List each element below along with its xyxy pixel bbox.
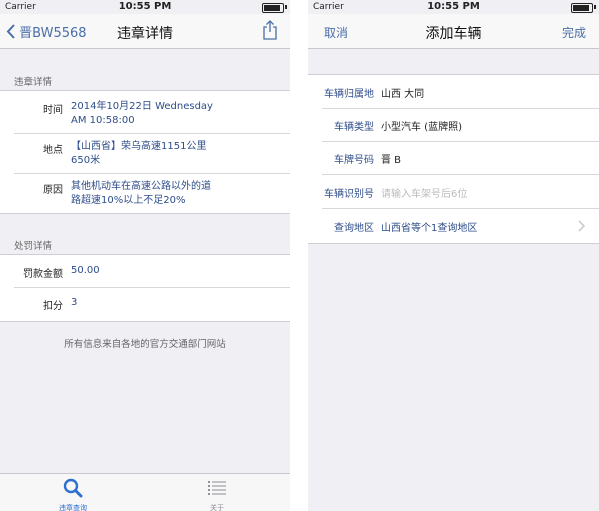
region-label: 车辆归属地 — [324, 89, 374, 100]
penalty-section-header: 处罚详情 — [14, 241, 53, 252]
tab-label: 关于 — [210, 504, 224, 511]
region-value: 山西 大同 — [381, 89, 425, 100]
fine-row: 罚款金额 50.00 — [0, 255, 290, 287]
chevron-right-icon — [578, 220, 585, 232]
nav-bar: 取消 添加车辆 完成 — [308, 14, 599, 49]
region-row[interactable]: 车辆归属地 山西 大同 — [308, 75, 599, 108]
violation-group: 时间 2014年10月22日 Wednesday AM 10:58:00 地点 … — [0, 90, 290, 214]
place-row: 地点 【山西省】荣乌高速1151公里 650米 — [0, 134, 290, 174]
vin-row: 车辆识别号 请输入车架号后6位 — [308, 175, 599, 208]
done-button[interactable]: 完成 — [562, 24, 586, 41]
footer-note: 所有信息来自各地的官方交通部门网站 — [64, 339, 226, 350]
share-icon[interactable] — [262, 20, 278, 40]
nav-bar: 晋BW5568 违章详情 — [0, 14, 290, 49]
violation-detail-screen: Carrier 10:55 PM 晋BW5568 违章详情 违章详情 时间 20… — [0, 0, 290, 511]
add-vehicle-screen: Carrier 10:55 PM 取消 添加车辆 完成 车辆归属地 山西 大同 … — [308, 0, 599, 511]
points-label: 扣分 — [43, 301, 63, 312]
plate-row: 车牌号码 晋 B — [308, 142, 599, 174]
vehicle-type-label: 车辆类型 — [334, 122, 374, 133]
vehicle-type-value: 小型汽车 (蓝牌照) — [381, 122, 462, 133]
page-title: 添加车辆 — [425, 26, 482, 42]
status-bar: Carrier 10:55 PM — [308, 0, 599, 14]
time-label: 时间 — [43, 105, 63, 116]
fine-label: 罚款金额 — [23, 269, 63, 280]
fine-value: 50.00 — [71, 265, 100, 276]
battery-icon — [262, 3, 284, 13]
tab-label: 违章查询 — [59, 504, 87, 511]
reason-row: 原因 其他机动车在高速公路以外的道 路超速10%以上不足20% — [0, 174, 290, 212]
penalty-group: 罚款金额 50.00 扣分 3 — [0, 254, 290, 322]
query-area-value: 山西省等个1查询地区 — [381, 223, 478, 234]
query-area-label: 查询地区 — [334, 223, 374, 234]
tab-bar: 违章查询 关于 — [0, 473, 290, 511]
plate-field[interactable]: 晋 B — [381, 151, 401, 166]
status-time: 10:55 PM — [427, 1, 480, 12]
points-value: 3 — [71, 297, 78, 308]
place-label: 地点 — [43, 145, 63, 156]
reason-value: 其他机动车在高速公路以外的道 路超速10%以上不足20% — [71, 181, 211, 206]
query-area-row[interactable]: 查询地区 山西省等个1查询地区 — [308, 209, 599, 242]
vin-field[interactable]: 请输入车架号后6位 — [381, 185, 467, 200]
status-bar: Carrier 10:55 PM — [0, 0, 290, 14]
points-row: 扣分 3 — [0, 288, 290, 320]
time-row: 时间 2014年10月22日 Wednesday AM 10:58:00 — [0, 91, 290, 135]
reason-label: 原因 — [43, 185, 63, 196]
place-value: 【山西省】荣乌高速1151公里 650米 — [71, 141, 207, 166]
violation-section-header: 违章详情 — [14, 77, 53, 88]
time-value: 2014年10月22日 Wednesday AM 10:58:00 — [71, 101, 213, 126]
page-title: 违章详情 — [117, 26, 173, 42]
list-icon — [208, 481, 226, 495]
battery-icon — [571, 3, 593, 13]
plate-label: 车牌号码 — [334, 155, 374, 166]
search-icon — [63, 478, 83, 498]
tab-about[interactable]: 关于 — [182, 478, 252, 511]
tab-violation-query[interactable]: 违章查询 — [38, 478, 108, 511]
vin-label: 车辆识别号 — [324, 189, 374, 200]
vehicle-type-row[interactable]: 车辆类型 小型汽车 (蓝牌照) — [308, 109, 599, 141]
status-time: 10:55 PM — [118, 1, 172, 12]
vehicle-form: 车辆归属地 山西 大同 车辆类型 小型汽车 (蓝牌照) 车牌号码 晋 B 车辆识… — [308, 74, 599, 244]
